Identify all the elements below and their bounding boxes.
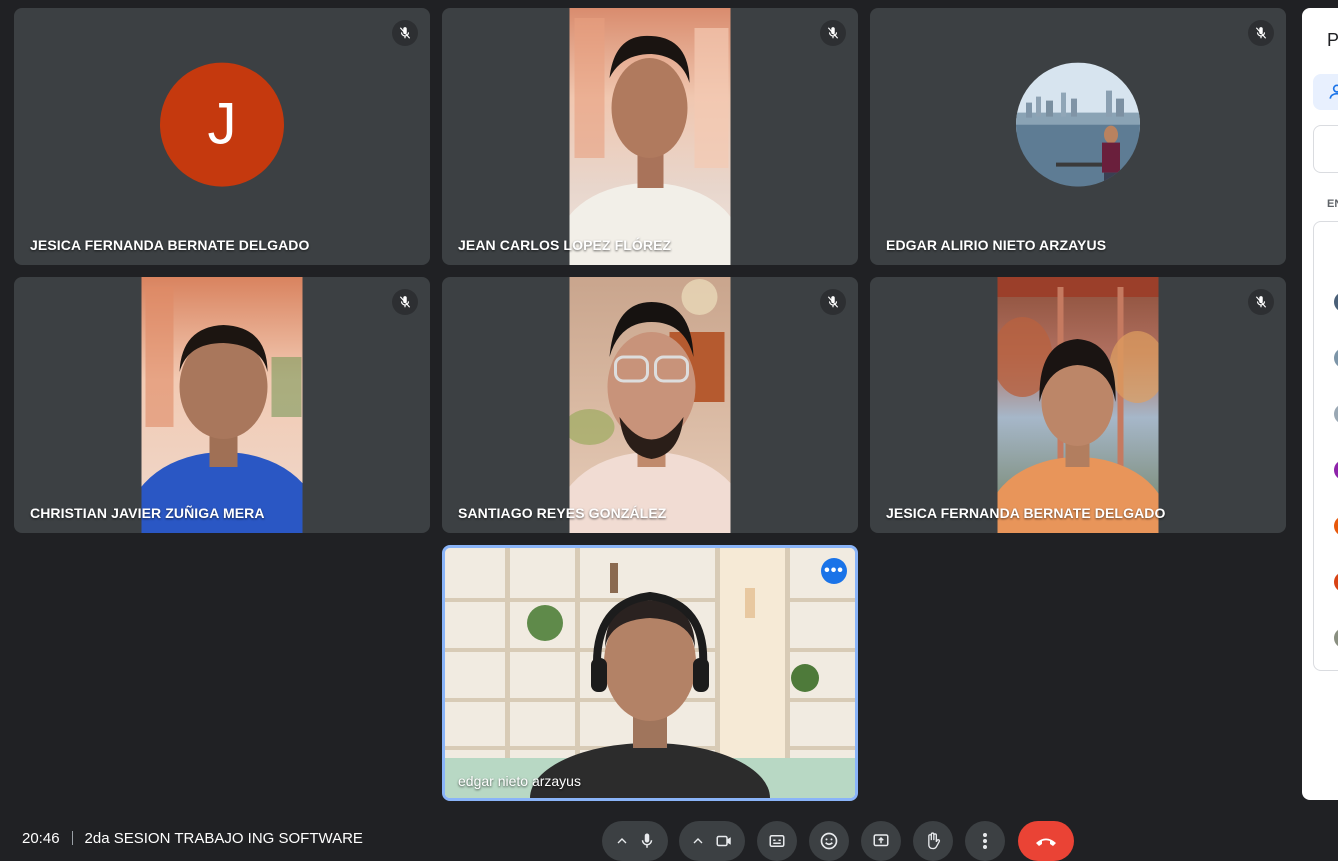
mic-off-icon [820,289,846,315]
phone-hangup-icon [1036,838,1056,846]
present-screen-button[interactable] [861,821,901,861]
participant-video [569,8,731,265]
participant-video [997,277,1159,533]
bottom-toolbar: 20:46 2da SESION TRABAJO ING SOFTWARE [0,818,1338,861]
participant-name: JESICA FERNANDA BERNATE DELGADO [886,505,1166,521]
self-view-tile[interactable]: ••• edgar nieto arzayus [442,545,858,801]
person-icon [1329,84,1338,99]
hand-icon [928,832,941,850]
participant-tile-6[interactable]: JESICA FERNANDA BERNATE DELGADO [870,277,1286,533]
participant-tile-4[interactable]: CHRISTIAN JAVIER ZUÑIGA MERA [14,277,430,533]
participants-list [1313,221,1338,671]
mic-off-icon [820,20,846,46]
more-options-button[interactable] [965,821,1005,861]
camera-button[interactable] [679,821,745,861]
add-people-button[interactable] [1313,125,1338,173]
present-icon [873,834,889,847]
avatar [1334,292,1338,312]
mic-off-icon [392,20,418,46]
more-vert-icon [983,833,987,849]
people-tab[interactable] [1313,74,1338,110]
camera-icon [716,835,731,847]
participant-tile-5[interactable]: SANTIAGO REYES GONZÁLEZ [442,277,858,533]
participant-video [141,277,303,533]
avatar [1334,628,1338,648]
mic-off-icon [1248,289,1274,315]
participant-tile-3[interactable]: EDGAR ALIRIO NIETO ARZAYUS [870,8,1286,265]
avatar [1334,348,1338,368]
participant-tile-1[interactable]: J JESICA FERNANDA BERNATE DELGADO [14,8,430,265]
emoji-icon [820,832,838,850]
meeting-title: 2da SESION TRABAJO ING SOFTWARE [84,830,363,847]
self-video [445,548,855,798]
participant-name: EDGAR ALIRIO NIETO ARZAYUS [886,237,1107,253]
avatar [1334,572,1338,592]
avatar [1334,516,1338,536]
mic-off-icon [392,289,418,315]
avatar [1334,404,1338,424]
microphone-button[interactable] [602,821,668,861]
emoji-button[interactable] [809,821,849,861]
participant-name: edgar nieto arzayus [458,773,581,789]
people-panel: P EN [1302,8,1338,800]
leave-call-button[interactable] [1018,821,1074,861]
chevron-up-icon [617,838,627,844]
captions-button[interactable] [757,821,797,861]
avatar: J [160,62,284,187]
participant-name: CHRISTIAN JAVIER ZUÑIGA MERA [30,505,265,521]
participant-name: SANTIAGO REYES GONZÁLEZ [458,505,667,521]
divider [71,831,73,845]
captions-icon [769,835,785,847]
avatar [1016,62,1140,187]
more-options-button[interactable]: ••• [821,558,847,584]
raise-hand-button[interactable] [913,821,953,861]
section-label: EN [1327,198,1338,210]
panel-title: P [1327,30,1338,50]
chevron-up-icon [693,838,703,844]
participant-video [569,277,731,533]
meeting-info: 20:46 2da SESION TRABAJO ING SOFTWARE [22,830,363,847]
mic-icon [641,833,653,848]
mic-off-icon [1248,20,1274,46]
avatar [1334,460,1338,480]
participant-tile-2[interactable]: JEAN CARLOS LOPEZ FLÓREZ [442,8,858,265]
participant-name: JEAN CARLOS LOPEZ FLÓREZ [458,237,672,253]
participant-name: JESICA FERNANDA BERNATE DELGADO [30,237,310,253]
clock: 20:46 [22,830,60,847]
